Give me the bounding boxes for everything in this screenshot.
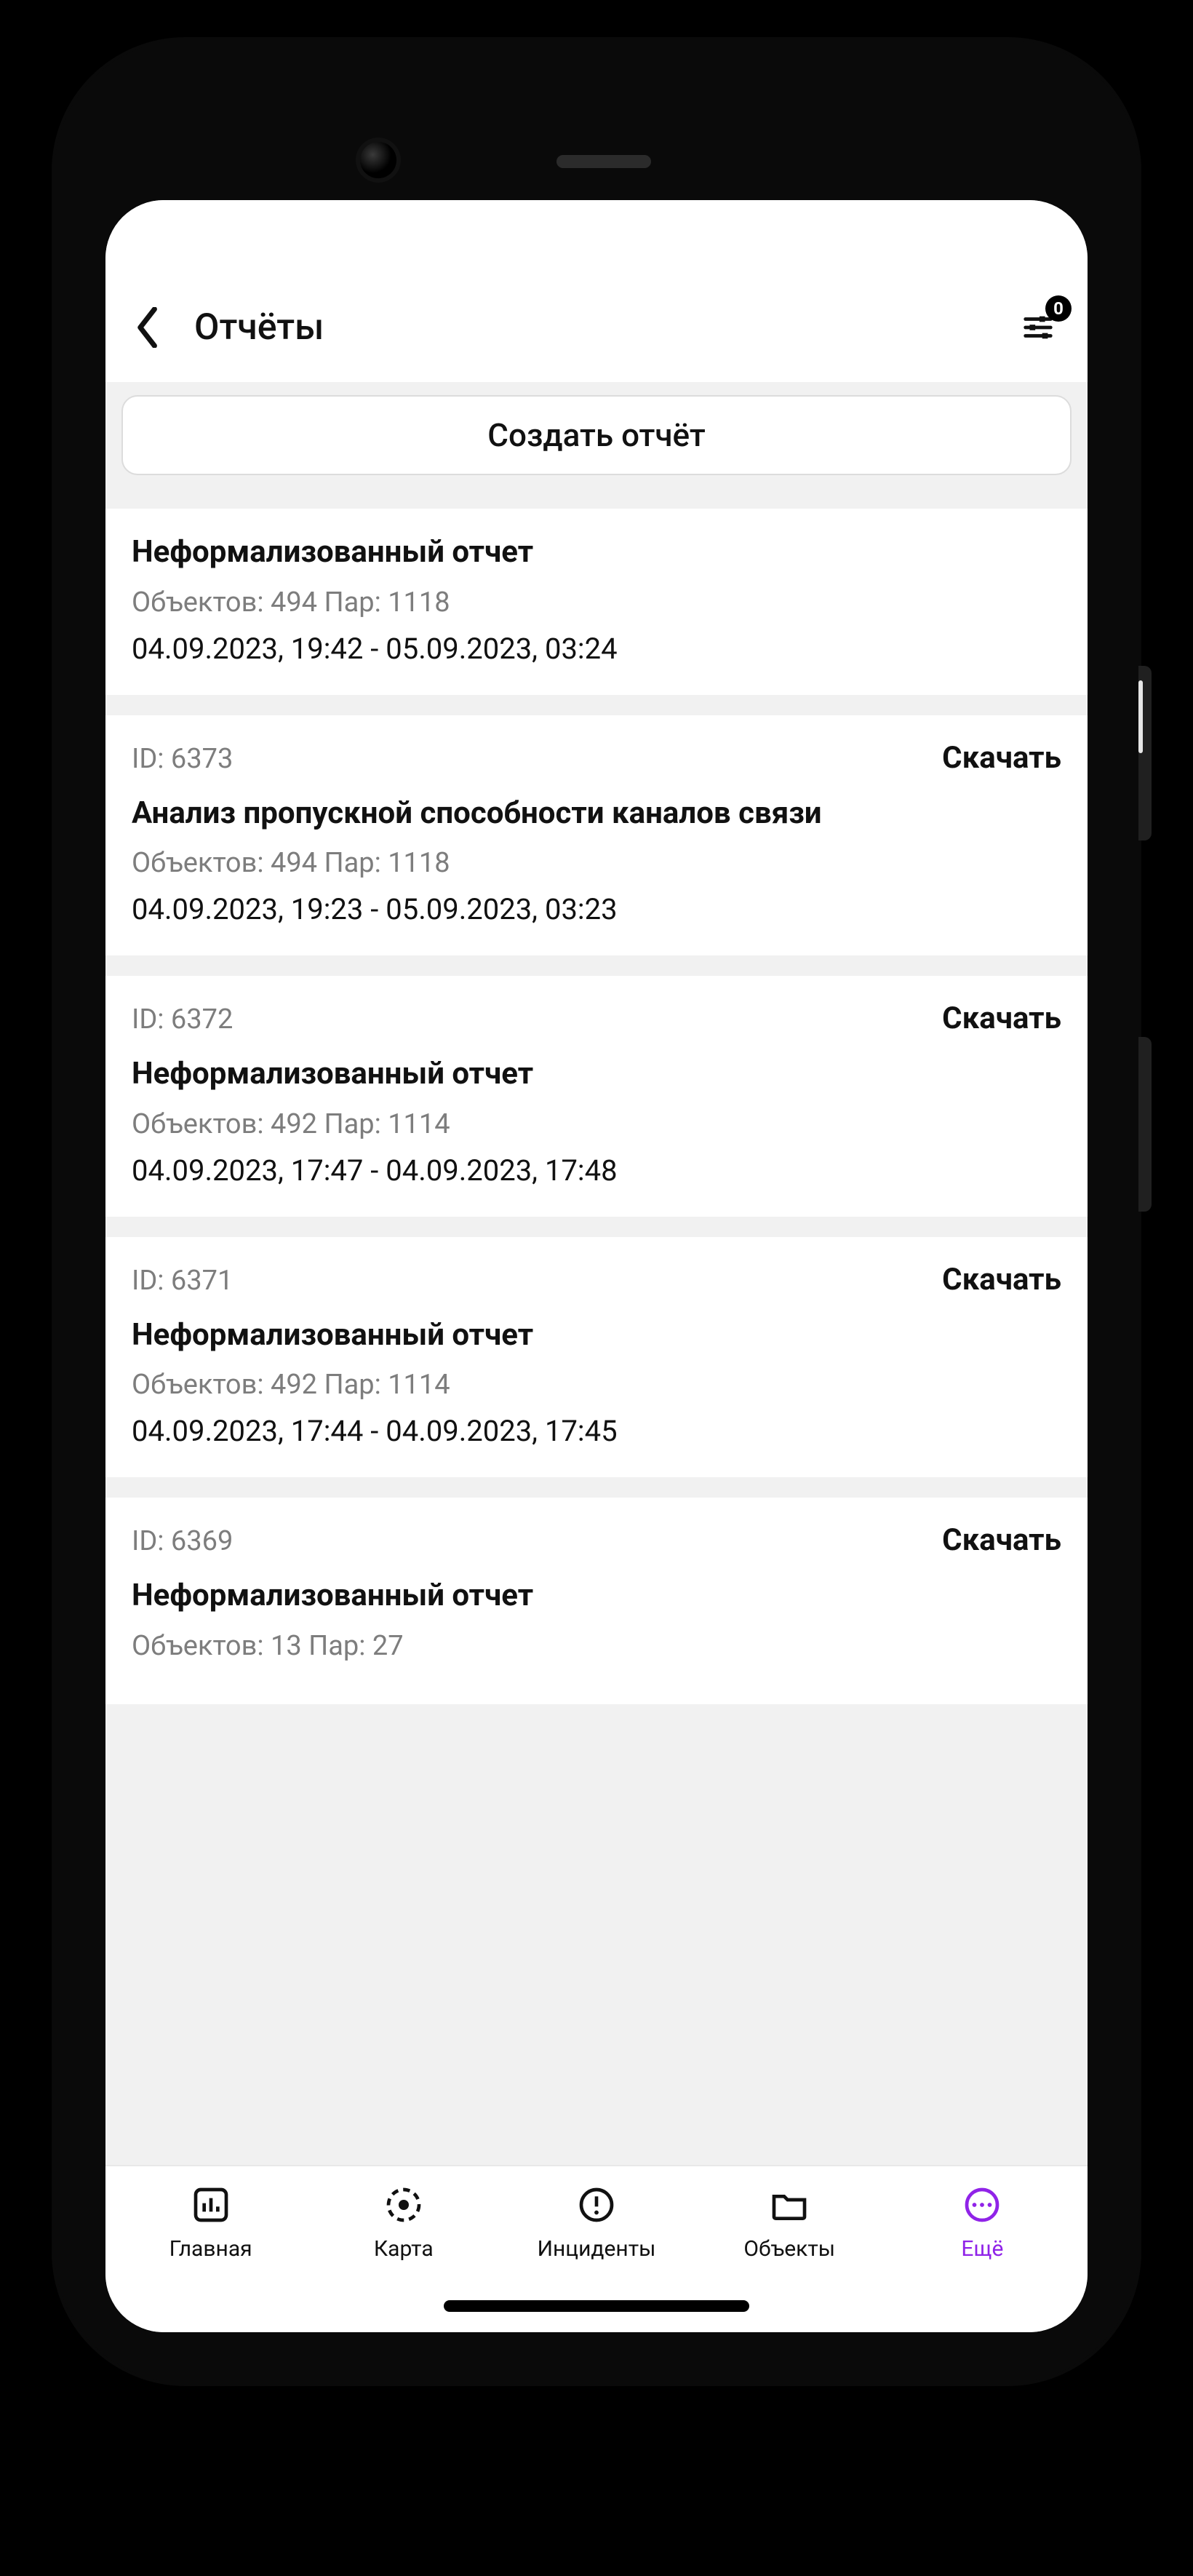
download-button[interactable]: Скачать (942, 1001, 1061, 1036)
report-id-row: ID: 6369 Скачать (132, 1522, 1061, 1558)
phone-speaker (556, 155, 651, 168)
report-title: Неформализованный отчет (132, 1055, 1061, 1094)
report-id-row: ID: 6373 Скачать (132, 740, 1061, 776)
report-dates: 04.09.2023, 17:44 - 04.09.2023, 17:45 (132, 1414, 1061, 1448)
report-card[interactable]: ID: 6371 Скачать Неформализованный отчет Об… (105, 1237, 1088, 1478)
phone-camera (360, 142, 396, 178)
alert-circle-icon (572, 2181, 621, 2229)
filter-badge: 0 (1045, 295, 1072, 322)
report-id: ID: 6373 (132, 743, 233, 775)
nav-item-alert-circle[interactable]: Инциденты (500, 2181, 693, 2262)
report-stats: Объектов: 494 Пар: 1118 (132, 847, 1061, 879)
status-bar (105, 200, 1088, 295)
nav-label: Объекты (743, 2236, 835, 2262)
report-title: Неформализованный отчет (132, 1316, 1061, 1355)
report-id: ID: 6372 (132, 1003, 233, 1035)
report-title: Неформализованный отчет (132, 533, 1061, 572)
stage: Отчёты 0 (0, 0, 1193, 2576)
nav-label: Ещё (961, 2236, 1003, 2262)
home-indicator (444, 2300, 749, 2312)
report-stats: Объектов: 494 Пар: 1118 (132, 587, 1061, 619)
folder-icon (765, 2181, 813, 2229)
report-list[interactable]: Неформализованный отчет Объектов: 494 Пар… (105, 488, 1088, 2165)
nav-item-more[interactable]: Ещё (886, 2181, 1079, 2262)
create-report-button[interactable]: Создать отчёт (121, 395, 1072, 475)
download-button[interactable]: Скачать (942, 1522, 1061, 1558)
report-card[interactable]: ID: 6369 Скачать Неформализованный отчет Об… (105, 1498, 1088, 1704)
back-button[interactable] (123, 302, 174, 353)
nav-item-map-pin-dashed[interactable]: Карта (307, 2181, 500, 2262)
phone-volume-button (1138, 666, 1152, 840)
more-icon (958, 2181, 1006, 2229)
report-id-row: ID: 6372 Скачать (132, 1001, 1061, 1036)
screen: Отчёты 0 (105, 200, 1088, 2332)
download-button[interactable]: Скачать (942, 740, 1061, 776)
filter-button[interactable]: 0 (1015, 304, 1061, 351)
report-dates: 04.09.2023, 19:23 - 05.09.2023, 03:23 (132, 892, 1061, 926)
nav-label: Карта (374, 2236, 434, 2262)
nav-label: Главная (169, 2236, 252, 2262)
map-pin-dashed-icon (380, 2181, 428, 2229)
page-title: Отчёты (194, 306, 1015, 349)
nav-label: Инциденты (538, 2236, 656, 2262)
report-card[interactable]: Неформализованный отчет Объектов: 494 Пар… (105, 509, 1088, 695)
report-title: Анализ пропускной способности каналов св… (132, 795, 1061, 833)
phone-power-button (1138, 1037, 1152, 1212)
download-button[interactable]: Скачать (942, 1262, 1061, 1297)
app-header: Отчёты 0 (105, 295, 1088, 382)
report-stats: Объектов: 492 Пар: 1114 (132, 1108, 1061, 1140)
report-id: ID: 6369 (132, 1525, 233, 1557)
nav-item-folder[interactable]: Объекты (693, 2181, 886, 2262)
report-card[interactable]: ID: 6373 Скачать Анализ пропускной способн… (105, 715, 1088, 956)
create-report-bar: Создать отчёт (105, 382, 1088, 488)
report-id: ID: 6371 (132, 1265, 233, 1297)
report-stats: Объектов: 13 Пар: 27 (132, 1630, 1061, 1662)
report-card[interactable]: ID: 6372 Скачать Неформализованный отчет Об… (105, 976, 1088, 1217)
report-title: Неформализованный отчет (132, 1577, 1061, 1615)
report-dates: 04.09.2023, 19:42 - 05.09.2023, 03:24 (132, 632, 1061, 666)
chevron-left-icon (135, 307, 162, 348)
bar-chart-icon (187, 2181, 235, 2229)
phone-frame: Отчёты 0 (55, 40, 1138, 2383)
report-dates: 04.09.2023, 17:47 - 04.09.2023, 17:48 (132, 1153, 1061, 1188)
bottom-nav: Главная Карта Инциденты Объекты Ещё (105, 2165, 1088, 2332)
report-stats: Объектов: 492 Пар: 1114 (132, 1369, 1061, 1401)
nav-item-bar-chart[interactable]: Главная (114, 2181, 307, 2262)
report-id-row: ID: 6371 Скачать (132, 1262, 1061, 1297)
